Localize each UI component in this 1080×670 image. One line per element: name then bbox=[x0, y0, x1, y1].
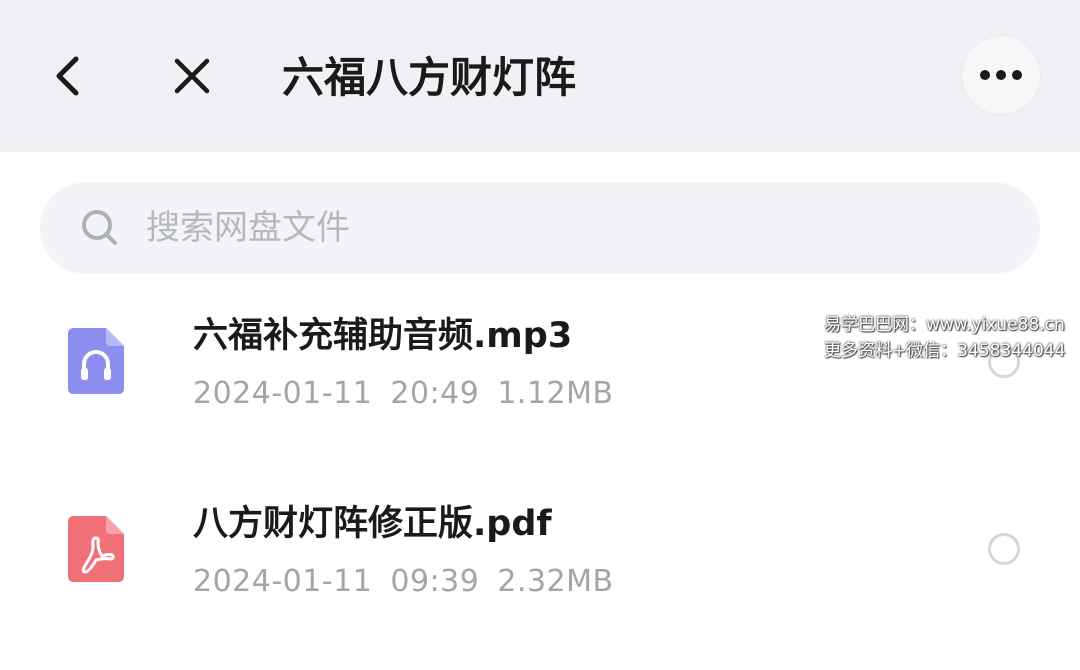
search-icon bbox=[82, 210, 117, 245]
file-list-item[interactable]: 八方财灯阵修正版.pdf 2024-01-11 09:39 2.32MB bbox=[0, 480, 1080, 630]
watermark-line: 更多资料+微信：3458344044 bbox=[824, 341, 1066, 361]
watermark: 易学巴巴网：www.yixue88.cn 更多资料+微信：3458344044 bbox=[824, 312, 1074, 364]
file-date: 2024-01-11 bbox=[193, 376, 373, 411]
file-name: 六福补充辅助音频.mp3 bbox=[193, 316, 573, 356]
close-icon bbox=[174, 58, 210, 94]
more-button[interactable] bbox=[962, 36, 1040, 114]
chevron-left-icon bbox=[56, 56, 79, 96]
search-bar[interactable] bbox=[40, 182, 1040, 274]
file-size: 2.32MB bbox=[497, 564, 614, 599]
audio-file-icon bbox=[68, 328, 124, 394]
page-title: 六福八方财灯阵 bbox=[282, 53, 577, 102]
select-radio[interactable] bbox=[988, 533, 1020, 565]
file-size: 1.12MB bbox=[497, 376, 614, 411]
file-meta: 2024-01-11 20:49 1.12MB bbox=[193, 374, 632, 414]
back-button[interactable] bbox=[40, 46, 94, 106]
watermark-line: 易学巴巴网：www.yixue88.cn bbox=[824, 315, 1065, 335]
pdf-file-icon bbox=[68, 516, 124, 582]
search-input[interactable] bbox=[144, 182, 1004, 274]
file-meta: 2024-01-11 09:39 2.32MB bbox=[193, 562, 632, 602]
top-bar: 六福八方财灯阵 bbox=[0, 0, 1080, 152]
file-time: 20:49 bbox=[390, 376, 480, 411]
close-button[interactable] bbox=[162, 46, 222, 106]
file-name: 八方财灯阵修正版.pdf bbox=[193, 504, 552, 544]
file-date: 2024-01-11 bbox=[193, 564, 373, 599]
file-time: 09:39 bbox=[390, 564, 480, 599]
more-dots-icon bbox=[980, 70, 1022, 80]
